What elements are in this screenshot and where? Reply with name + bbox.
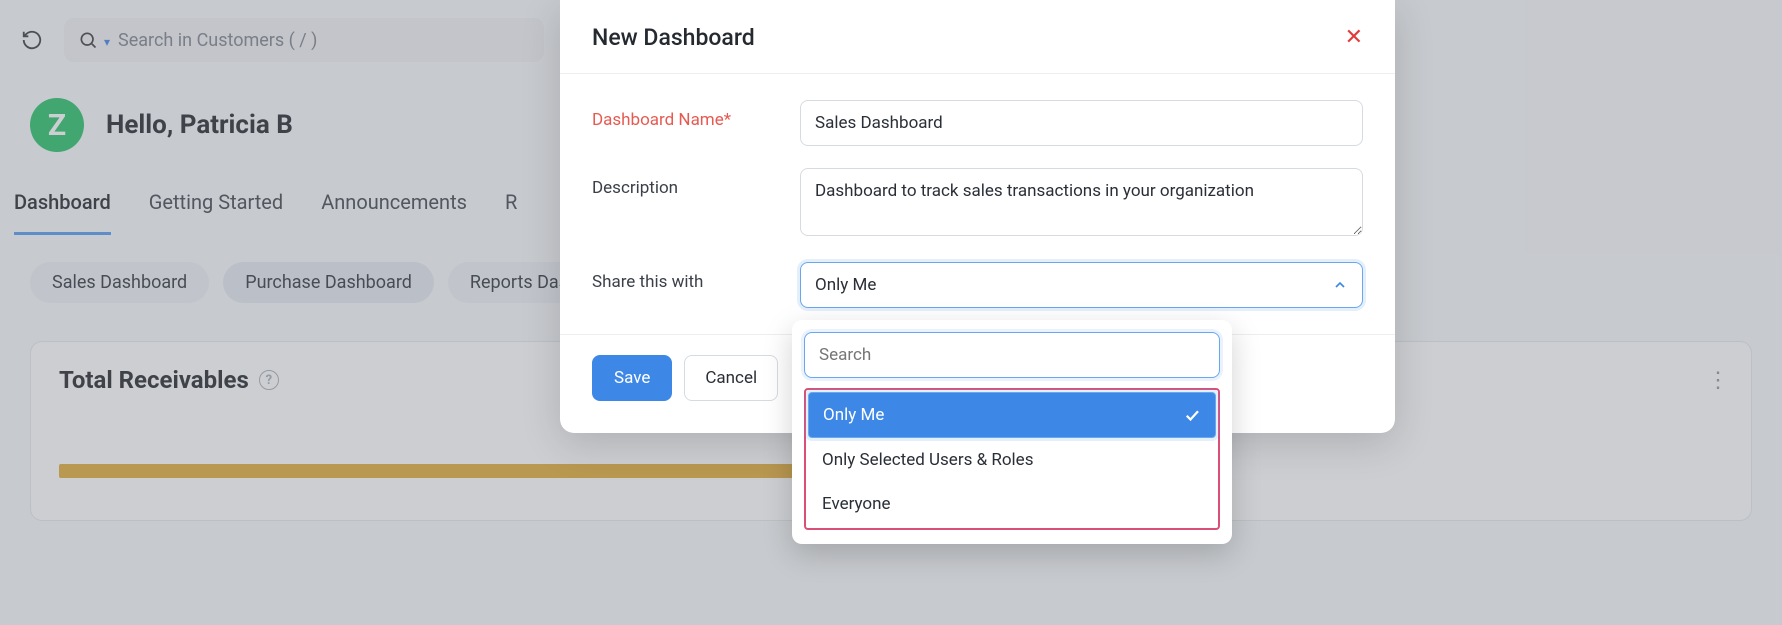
save-button[interactable]: Save: [592, 355, 672, 401]
dropdown-option-everyone[interactable]: Everyone: [808, 482, 1216, 526]
field-label-name: Dashboard Name*: [592, 100, 772, 130]
share-with-select[interactable]: Only Me: [800, 262, 1363, 308]
modal-title: New Dashboard: [592, 24, 755, 51]
share-dropdown-popover: Only Me Only Selected Users & Roles Ever…: [792, 320, 1232, 544]
cancel-button[interactable]: Cancel: [684, 355, 778, 401]
field-label-description: Description: [592, 168, 772, 198]
share-select-value: Only Me: [815, 275, 876, 295]
dashboard-name-input[interactable]: [800, 100, 1363, 146]
dropdown-option-selected-users[interactable]: Only Selected Users & Roles: [808, 438, 1216, 482]
chevron-up-icon: [1332, 277, 1348, 293]
dashboard-description-input[interactable]: [800, 168, 1363, 236]
dropdown-option-only-me[interactable]: Only Me: [808, 392, 1216, 438]
check-icon: [1183, 406, 1201, 424]
close-icon[interactable]: ✕: [1345, 25, 1363, 50]
dropdown-search-input[interactable]: [804, 332, 1220, 378]
field-label-share: Share this with: [592, 262, 772, 292]
dropdown-options-list: Only Me Only Selected Users & Roles Ever…: [804, 388, 1220, 530]
